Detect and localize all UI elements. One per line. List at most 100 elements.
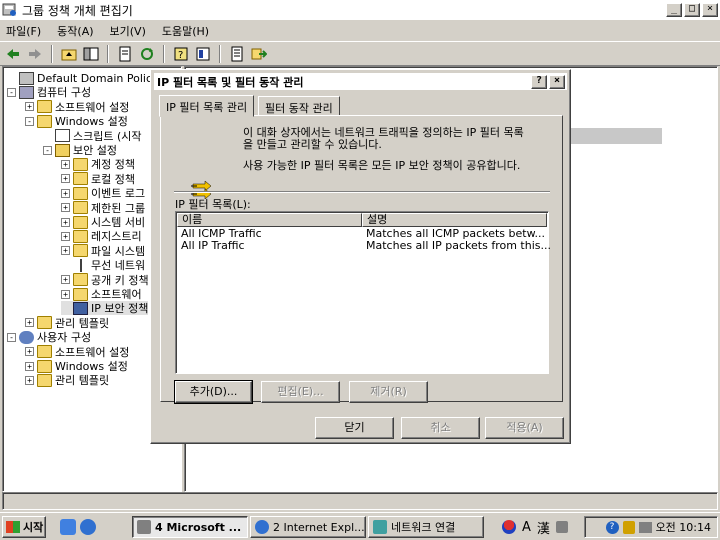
taskbar-task-mmc[interactable]: 4 Microsoft ... [132,516,248,538]
expand-icon[interactable]: + [61,203,70,213]
collapse-icon[interactable]: - [7,332,16,342]
close-button[interactable]: × [702,3,718,17]
menu-action[interactable]: 동작(A) [57,23,93,39]
up-folder-icon[interactable] [60,45,78,63]
folder-icon [37,373,52,387]
clock[interactable]: 오전 10:14 [656,519,711,535]
window-titlebar[interactable]: 그룹 정책 개체 편집기 _ □ × [0,0,720,20]
apply-button[interactable]: 적용(A) [485,417,564,439]
expand-icon[interactable]: + [61,231,70,241]
maximize-button[interactable]: □ [684,3,700,17]
expand-icon[interactable]: + [25,375,34,385]
expand-icon[interactable]: + [25,361,34,371]
expand-icon[interactable]: + [25,102,34,112]
details-selected-row[interactable] [570,128,662,144]
tab-ip-filter-lists[interactable]: IP 필터 목록 관리 [159,95,255,117]
tab-filter-actions[interactable]: 필터 동작 관리 [258,96,340,116]
show-hide-tree-icon[interactable] [82,45,100,63]
script-icon [55,129,70,143]
toolbar-separator [163,44,165,63]
column-header-description[interactable]: 설명 [362,213,547,227]
tree-node[interactable]: IP 보안 정책 [61,301,149,316]
expand-icon[interactable]: + [61,174,70,184]
minimize-button[interactable]: _ [666,3,682,17]
expand-icon[interactable]: + [61,188,70,198]
tree-node[interactable]: + 로컬 정책 [61,172,135,186]
tree-node[interactable]: - Windows 설정 [25,114,128,128]
help-icon[interactable]: ? [605,520,619,534]
filter-listview[interactable]: 이름 설명 All ICMP Traffic Matches all ICMP … [175,211,551,374]
export-list-icon[interactable] [228,45,246,63]
tree-node[interactable]: - 컴퓨터 구성 [7,85,91,99]
tree-node[interactable]: + 이벤트 로그 [61,186,145,200]
dialog-close-button[interactable]: × [549,75,565,89]
edit-button[interactable]: 편집(E)... [261,381,340,403]
expand-icon[interactable]: + [61,289,70,299]
group-divider [174,191,550,193]
expand-icon[interactable]: + [61,217,70,227]
policy-icon [19,71,34,85]
tree-node[interactable]: + 레지스트리 [61,229,142,243]
folder-icon [73,244,88,258]
collapse-icon[interactable]: - [43,145,52,155]
group-policy-icon [2,2,18,18]
expand-icon[interactable]: + [25,347,34,357]
ime-options-icon[interactable] [555,521,568,533]
tree-node[interactable]: + Windows 설정 [25,359,128,373]
filter-list-label: IP 필터 목록(L): [175,198,251,211]
expand-icon[interactable]: + [61,159,70,169]
folder-icon [73,287,88,301]
ime-mode-a[interactable]: A [522,520,531,535]
column-header-name[interactable]: 이름 [177,213,362,227]
refresh-icon[interactable] [138,45,156,63]
collapse-icon[interactable]: - [7,87,16,97]
tree-node[interactable]: + 시스템 서비 [61,215,145,229]
ime-hanja[interactable]: 漢 [537,518,550,537]
assign-policy-icon[interactable] [250,45,268,63]
collapse-icon[interactable]: - [25,116,34,126]
security-shield-icon[interactable] [622,520,635,534]
tree-node[interactable]: 스크립트 (시작 [43,129,142,143]
tree-node[interactable]: + 관리 템플릿 [25,316,109,330]
tree-node[interactable]: 무선 네트워 [61,258,145,272]
details-view-icon[interactable] [194,45,212,63]
tree-node[interactable]: + 관리 템플릿 [25,373,109,387]
add-button[interactable]: 추가(D)... [174,380,253,404]
tree-node[interactable]: + 소프트웨어 설정 [25,345,129,359]
taskbar: 시작 4 Microsoft ... 2 Internet Expl... 네트… [0,512,720,540]
tree-node[interactable]: + 공개 키 정책 [61,273,149,287]
forward-arrow-icon[interactable] [26,45,44,63]
remove-button[interactable]: 제거(R) [349,381,428,403]
menu-help[interactable]: 도움말(H) [162,23,209,39]
menu-file[interactable]: 파일(F) [6,23,41,39]
show-desktop-icon[interactable] [60,519,76,535]
tree-node[interactable]: + 소프트웨어 설정 [25,100,129,114]
expand-icon[interactable]: + [61,246,70,256]
tree-node[interactable]: + 계정 정책 [61,157,135,171]
tree-node[interactable]: + 제한된 그룹 [61,201,145,215]
tree-node[interactable]: Default Domain Policy [l [7,71,169,85]
tab-panel: 이 대화 상자에서는 네트워크 트래픽을 정의하는 IP 필터 목록 을 만들고… [160,115,563,404]
taskbar-task-ie[interactable]: 2 Internet Expl... [250,516,366,538]
start-button[interactable]: 시작 [2,516,46,538]
network-tray-icon[interactable] [638,521,652,533]
taskbar-task-network[interactable]: 네트워크 연결 [368,516,484,538]
close-dialog-button[interactable]: 닫기 [315,417,394,439]
tree-node[interactable]: - 사용자 구성 [7,330,91,344]
expand-icon[interactable]: + [61,275,70,285]
tree-node[interactable]: + 소프트웨어 [61,287,142,301]
help-book-icon[interactable]: ? [172,45,190,63]
tree-node[interactable]: - 보안 설정 [43,143,117,157]
back-arrow-icon[interactable] [4,45,22,63]
cancel-button[interactable]: 취소 [401,417,480,439]
expand-icon[interactable]: + [25,318,34,328]
windows-logo-icon [6,521,20,533]
internet-explorer-icon[interactable] [80,519,96,535]
computer-icon [19,85,34,99]
korean-ime-icon[interactable] [502,520,516,534]
tree-node[interactable]: + 파일 시스템 [61,244,145,258]
dialog-help-button[interactable]: ? [531,75,547,89]
menu-view[interactable]: 보기(V) [110,23,146,39]
properties-page-icon[interactable] [116,45,134,63]
dialog-titlebar[interactable]: IP 필터 목록 및 필터 동작 관리 ? × [154,73,567,90]
